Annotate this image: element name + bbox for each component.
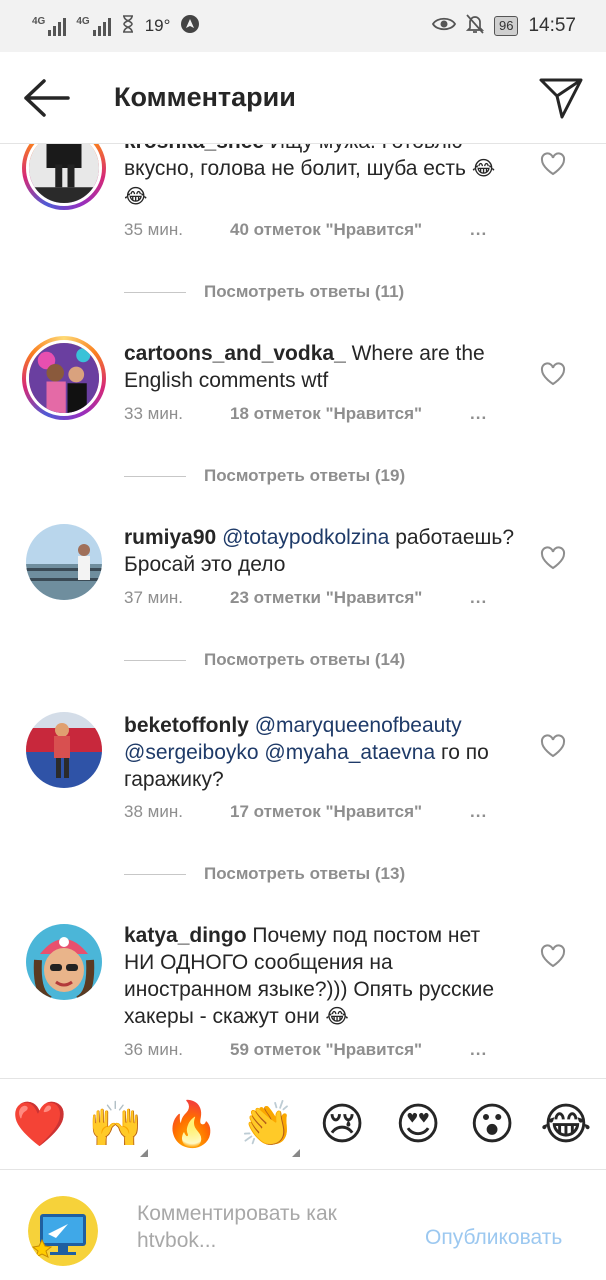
comment-mention[interactable]: @myaha_ataevna bbox=[264, 741, 435, 764]
avatar[interactable] bbox=[26, 924, 102, 1000]
view-replies[interactable]: Посмотреть ответы (19) bbox=[124, 466, 405, 486]
like-button[interactable] bbox=[540, 546, 566, 570]
more-options-button[interactable]: ... bbox=[470, 588, 487, 608]
view-replies-label: Посмотреть ответы (14) bbox=[204, 650, 406, 669]
comment-likes[interactable]: 23 отметки "Нравится" bbox=[230, 588, 422, 608]
comment-username[interactable]: rumiya90 bbox=[124, 526, 216, 549]
comment-meta: 36 мин. 59 отметок "Нравится" bbox=[124, 1040, 422, 1060]
page-title: Комментарии bbox=[114, 82, 296, 112]
comment-text: beketoffonly @maryqueenofbeauty @sergeib… bbox=[124, 712, 516, 793]
clock: 14:57 bbox=[528, 15, 576, 36]
signal-icon: 4G bbox=[76, 16, 111, 36]
back-arrow-icon bbox=[24, 79, 70, 117]
comment-username[interactable]: kroshka_shee bbox=[124, 144, 264, 153]
comment-username[interactable]: katya_dingo bbox=[124, 924, 247, 947]
comment-mention[interactable]: @sergeiboyko bbox=[124, 741, 259, 764]
network-type: 4G bbox=[32, 16, 46, 27]
heart-outline-icon bbox=[540, 734, 566, 758]
comment-text: kroshka_shee Ищу мужа. Готовлю вкусно, г… bbox=[124, 144, 516, 211]
heart-outline-icon bbox=[540, 362, 566, 386]
network-type: 4G bbox=[76, 16, 90, 27]
comment-text: rumiya90 @totaypodkolzina работаешь? Бро… bbox=[124, 524, 516, 578]
reaction-heart[interactable]: ❤️ bbox=[12, 1099, 67, 1151]
comment-mention[interactable]: @maryqueenofbeauty bbox=[255, 714, 462, 737]
comment-mention[interactable]: @totaypodkolzina bbox=[222, 526, 389, 549]
view-replies-label: Посмотреть ответы (11) bbox=[204, 282, 405, 301]
view-replies-label: Посмотреть ответы (19) bbox=[204, 466, 406, 485]
status-bar: 4G 4G 19° 96 14:57 bbox=[0, 0, 606, 52]
publish-button[interactable]: Опубликовать bbox=[425, 1226, 562, 1250]
comment-time: 33 мин. bbox=[124, 404, 183, 423]
temperature: 19° bbox=[144, 16, 171, 35]
more-options-button[interactable]: ... bbox=[470, 220, 487, 240]
reaction-clap[interactable]: 👏 bbox=[240, 1099, 300, 1157]
direct-send-icon bbox=[539, 78, 583, 119]
comment-emoji: 😂 bbox=[325, 1006, 349, 1028]
comment-composer: Комментировать как htvbok... Опубликоват… bbox=[0, 1170, 606, 1280]
comment-meta: 37 мин. 23 отметки "Нравится" bbox=[124, 588, 422, 608]
my-avatar bbox=[28, 1196, 98, 1266]
comment-meta: 38 мин. 17 отметок "Нравится" bbox=[124, 802, 422, 822]
view-replies[interactable]: Посмотреть ответы (14) bbox=[124, 650, 405, 670]
view-replies[interactable]: Посмотреть ответы (11) bbox=[124, 282, 404, 302]
reaction-heart-eyes[interactable]: 😍 bbox=[392, 1099, 444, 1151]
heart-outline-icon bbox=[540, 546, 566, 570]
like-button[interactable] bbox=[540, 362, 566, 386]
like-button[interactable] bbox=[540, 944, 566, 968]
nav-icon bbox=[180, 14, 200, 39]
avatar[interactable] bbox=[22, 336, 106, 420]
divider bbox=[124, 873, 186, 875]
comment-meta: 35 мин. 40 отметок "Нравится" bbox=[124, 220, 422, 240]
comment-time: 37 мин. bbox=[124, 588, 183, 607]
comment-text: katya_dingo Почему под постом нет НИ ОДН… bbox=[124, 922, 516, 1031]
comment-username[interactable]: cartoons_and_vodka_ bbox=[124, 342, 346, 365]
avatar[interactable] bbox=[26, 524, 102, 600]
comment-input[interactable]: Комментировать как htvbok... bbox=[137, 1200, 397, 1254]
like-button[interactable] bbox=[540, 152, 566, 176]
like-button[interactable] bbox=[540, 734, 566, 758]
comment-likes[interactable]: 59 отметок "Нравится" bbox=[230, 1040, 422, 1060]
back-button[interactable] bbox=[22, 76, 70, 120]
direct-share-button[interactable] bbox=[538, 74, 584, 120]
comment-likes[interactable]: 17 отметок "Нравится" bbox=[230, 802, 422, 822]
header-bar: Комментарии bbox=[0, 52, 606, 144]
reaction-surprised[interactable]: 😮 bbox=[466, 1099, 518, 1151]
reaction-fire[interactable]: 🔥 bbox=[164, 1099, 219, 1151]
divider bbox=[124, 291, 186, 293]
comment-time: 38 мин. bbox=[124, 802, 183, 821]
view-replies-label: Посмотреть ответы (13) bbox=[204, 864, 406, 883]
avatar[interactable] bbox=[22, 144, 106, 210]
status-right: 96 14:57 bbox=[431, 13, 576, 39]
heart-outline-icon bbox=[540, 944, 566, 968]
heart-outline-icon bbox=[540, 152, 566, 176]
reaction-laughing[interactable]: 😂 bbox=[540, 1099, 592, 1151]
comment-list[interactable]: kroshka_shee Ищу мужа. Готовлю вкусно, г… bbox=[0, 144, 606, 1078]
quick-reaction-bar: ❤️ 🙌 🔥 👏 😢 😍 😮 😂 bbox=[0, 1078, 606, 1170]
comment-meta: 33 мин. 18 отметок "Нравится" bbox=[124, 404, 422, 424]
comment-text: cartoons_and_vodka_ Where are the Englis… bbox=[124, 340, 516, 394]
divider bbox=[124, 475, 186, 477]
comment-time: 35 мин. bbox=[124, 220, 183, 239]
comment-username[interactable]: beketoffonly bbox=[124, 714, 249, 737]
more-options-button[interactable]: ... bbox=[470, 404, 487, 424]
view-replies[interactable]: Посмотреть ответы (13) bbox=[124, 864, 405, 884]
comment-likes[interactable]: 18 отметок "Нравится" bbox=[230, 404, 422, 424]
signal-icon: 4G bbox=[32, 16, 67, 36]
hourglass-icon bbox=[121, 14, 135, 38]
bell-off-icon bbox=[465, 13, 485, 39]
more-options-button[interactable]: ... bbox=[470, 802, 487, 822]
battery-indicator: 96 bbox=[493, 16, 519, 36]
more-options-button[interactable]: ... bbox=[470, 1040, 487, 1060]
divider bbox=[124, 659, 186, 661]
comment-likes[interactable]: 40 отметок "Нравится" bbox=[230, 220, 422, 240]
reaction-crying[interactable]: 😢 bbox=[316, 1099, 368, 1151]
eye-icon bbox=[431, 16, 457, 37]
comment-time: 36 мин. bbox=[124, 1040, 183, 1059]
avatar[interactable] bbox=[26, 712, 102, 788]
reaction-raised-hands[interactable]: 🙌 bbox=[88, 1099, 148, 1157]
status-left: 4G 4G 19° bbox=[32, 14, 200, 39]
